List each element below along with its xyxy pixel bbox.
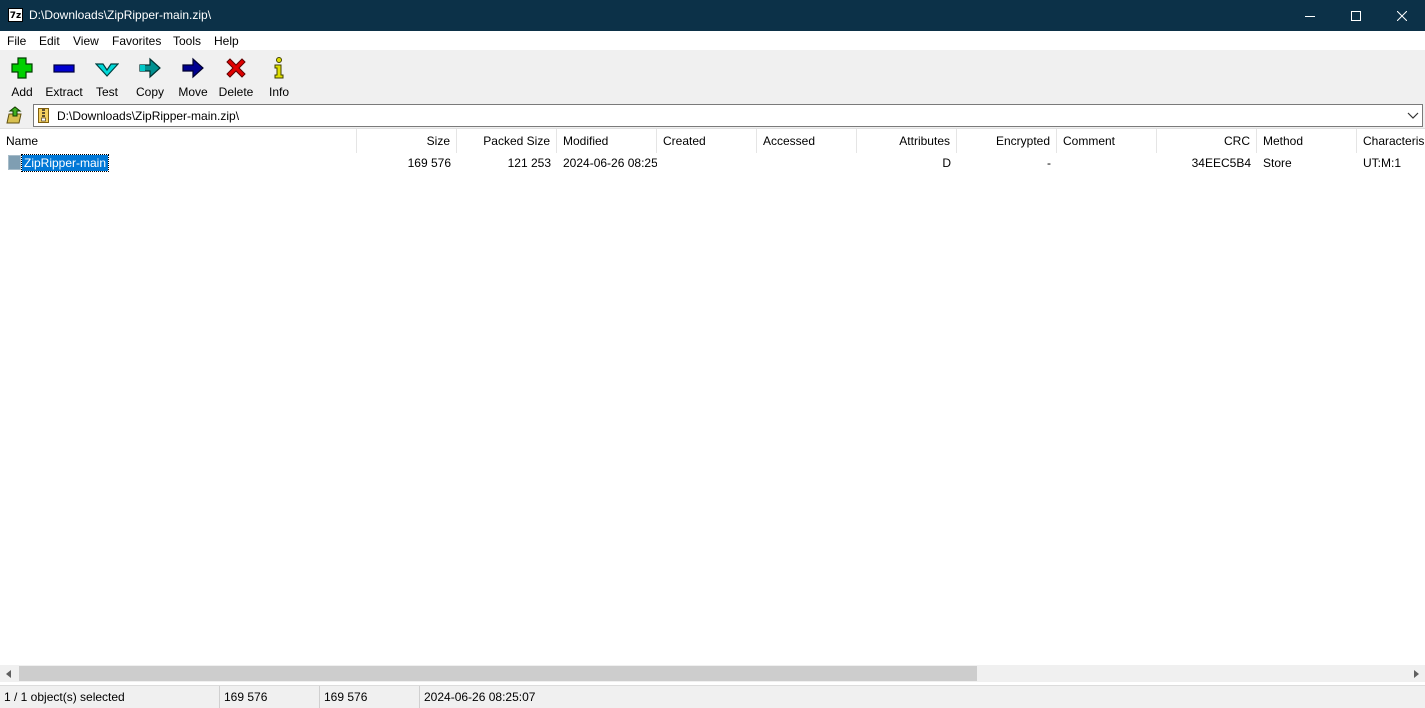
cell-size: 169 576 [407, 156, 451, 170]
status-selection: 1 / 1 object(s) selected [0, 686, 220, 708]
status-modified: 2024-06-26 08:25:07 [424, 690, 536, 704]
cell-characteristics: UT:M:1 [1363, 156, 1402, 170]
column-size[interactable]: Size [357, 129, 457, 153]
window-title: D:\Downloads\ZipRipper-main.zip\ [29, 8, 212, 22]
minus-icon [53, 64, 75, 73]
cell-modified: 2024-06-26 08:25 [563, 156, 657, 170]
close-icon [1397, 10, 1407, 21]
address-input[interactable]: D:\Downloads\ZipRipper-main.zip\ [33, 104, 1423, 127]
column-modified[interactable]: Modified [557, 129, 657, 153]
address-path: D:\Downloads\ZipRipper-main.zip\ [57, 109, 240, 123]
x-icon [226, 58, 246, 78]
info-button[interactable]: Info [257, 56, 301, 100]
column-encrypted[interactable]: Encrypted [957, 129, 1057, 153]
minimize-button[interactable] [1287, 0, 1333, 31]
move-arrow-icon [182, 57, 204, 79]
horizontal-scrollbar[interactable] [0, 665, 1425, 682]
file-name[interactable]: ZipRipper-main [20, 154, 110, 172]
cell-created [657, 153, 757, 173]
menu-view[interactable]: View [73, 34, 99, 48]
scroll-left-button[interactable] [0, 665, 17, 682]
status-bar: 1 / 1 object(s) selected 169 576 169 576… [0, 685, 1425, 708]
check-chevron-icon [95, 63, 119, 77]
cell-method: Store [1263, 156, 1292, 170]
column-name[interactable]: Name [0, 129, 357, 153]
plus-icon [11, 57, 33, 79]
close-button[interactable] [1379, 0, 1425, 31]
folder-icon [8, 155, 21, 170]
zip-archive-icon [38, 108, 49, 123]
menu-edit[interactable]: Edit [39, 34, 60, 48]
file-list[interactable]: Name Size Packed Size Modified Created A… [0, 128, 1425, 685]
up-folder-button[interactable] [4, 106, 24, 126]
column-packed-size[interactable]: Packed Size [457, 129, 557, 153]
cell-encrypted: - [1047, 156, 1051, 170]
menu-tools[interactable]: Tools [173, 34, 201, 48]
address-bar: D:\Downloads\ZipRipper-main.zip\ [0, 103, 1425, 128]
chevron-left-icon [5, 669, 11, 678]
info-icon [274, 57, 284, 79]
scroll-right-button[interactable] [1408, 665, 1425, 682]
status-packed-size: 169 576 [320, 686, 420, 708]
column-accessed[interactable]: Accessed [757, 129, 857, 153]
column-attributes[interactable]: Attributes [857, 129, 957, 153]
chevron-right-icon [1413, 669, 1419, 678]
cell-attributes: D [942, 156, 951, 170]
column-method[interactable]: Method [1257, 129, 1357, 153]
column-characteristics[interactable]: Characteris [1357, 129, 1425, 153]
column-created[interactable]: Created [657, 129, 757, 153]
menu-file[interactable]: File [7, 34, 26, 48]
table-row[interactable]: ZipRipper-main 169 576 121 253 2024-06-2… [0, 153, 1425, 173]
maximize-button[interactable] [1333, 0, 1379, 31]
app-icon: 7z [8, 8, 23, 22]
status-size: 169 576 [220, 686, 320, 708]
cell-accessed [757, 153, 857, 173]
menu-favorites[interactable]: Favorites [112, 34, 161, 48]
copy-arrow-icon [139, 57, 161, 79]
chevron-down-icon [1407, 112, 1419, 119]
cell-packed-size: 121 253 [507, 156, 551, 170]
title-bar[interactable]: 7z D:\Downloads\ZipRipper-main.zip\ [0, 0, 1425, 31]
info-label: Info [268, 85, 289, 99]
cell-comment [1057, 153, 1157, 173]
menu-help[interactable]: Help [214, 34, 239, 48]
cell-crc: 34EEC5B4 [1191, 156, 1251, 170]
scroll-thumb[interactable] [19, 666, 977, 681]
toolbar: Add Extract Test Copy Move Delete Info [0, 52, 1425, 102]
minimize-icon [1305, 15, 1315, 17]
menu-bar: File Edit View Favorites Tools Help [0, 31, 1425, 51]
column-crc[interactable]: CRC [1157, 129, 1257, 153]
column-comment[interactable]: Comment [1057, 129, 1157, 153]
up-folder-icon [6, 106, 22, 124]
maximize-icon [1351, 10, 1361, 21]
